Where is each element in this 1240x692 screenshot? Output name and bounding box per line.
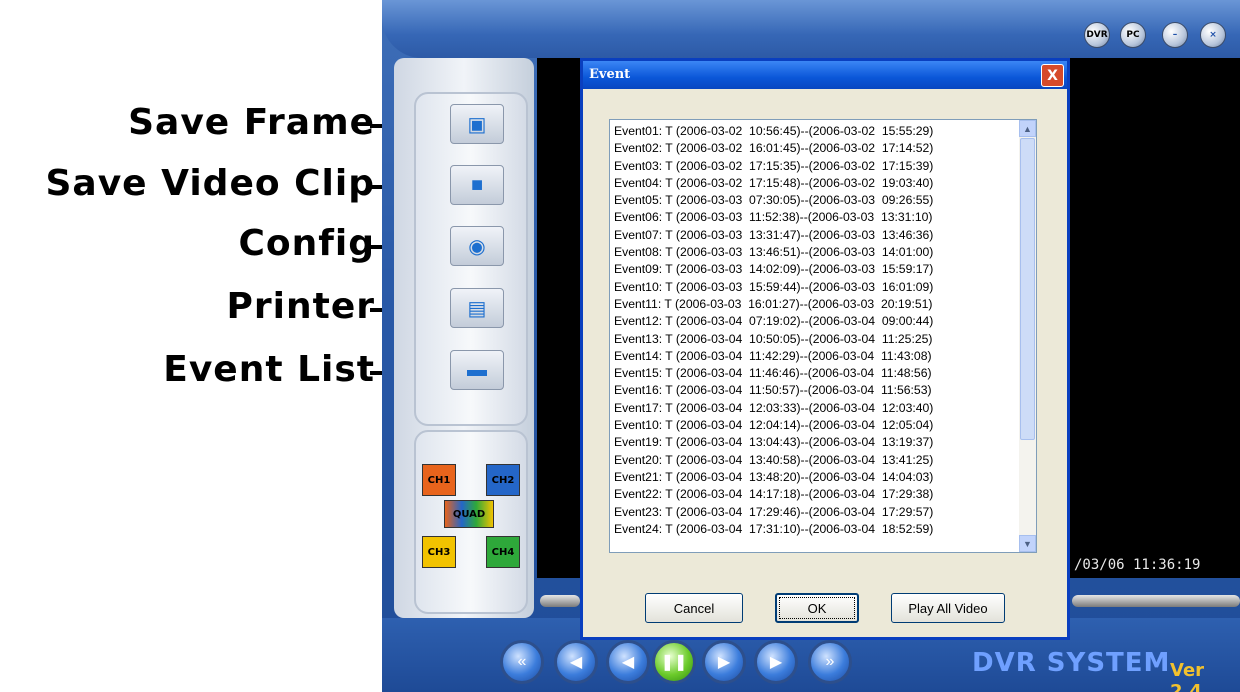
video-camera-icon: ■: [470, 173, 484, 196]
minimize-icon[interactable]: –: [1162, 22, 1188, 48]
skip-back-icon: ◀: [569, 654, 583, 671]
callout-save-frame: Save Frame: [128, 102, 375, 143]
play-back-icon: ◀: [621, 654, 635, 671]
save-video-clip-button[interactable]: ■: [450, 165, 504, 205]
dvr-icon-label: DVR: [1086, 30, 1108, 40]
event-list-item[interactable]: Event14: T (2006-03-04 11:42:29)--(2006-…: [614, 348, 1014, 365]
progress-bar-right[interactable]: [1072, 595, 1240, 607]
scroll-up-arrow-icon[interactable]: ▲: [1019, 120, 1036, 137]
scroll-down-arrow-icon[interactable]: ▼: [1019, 535, 1036, 552]
fast-rewind-button[interactable]: «: [500, 640, 544, 684]
app-titlebar: DVR PC – ×: [382, 0, 1240, 58]
channel-4-button[interactable]: CH4: [486, 536, 520, 568]
channel-2-button[interactable]: CH2: [486, 464, 520, 496]
dialog-close-button[interactable]: X: [1041, 64, 1064, 87]
event-list-item[interactable]: Event21: T (2006-03-04 13:48:20)--(2006-…: [614, 469, 1014, 486]
printer-icon: ▤: [467, 297, 487, 320]
event-list-item[interactable]: Event12: T (2006-03-04 07:19:02)--(2006-…: [614, 313, 1014, 330]
video-timestamp: /03/06 11:36:19: [1074, 557, 1201, 573]
event-list-item[interactable]: Event09: T (2006-03-03 14:02:09)--(2006-…: [614, 261, 1014, 278]
event-list-item[interactable]: Event23: T (2006-03-04 17:29:46)--(2006-…: [614, 504, 1014, 521]
printer-button[interactable]: ▤: [450, 288, 504, 328]
event-list-item[interactable]: Event20: T (2006-03-04 13:40:58)--(2006-…: [614, 452, 1014, 469]
folder-icon: ▬: [467, 358, 487, 381]
callout-event-list: Event List: [163, 349, 375, 390]
channel-3-button[interactable]: CH3: [422, 536, 456, 568]
channel-selector-panel: CH1 CH2 QUAD CH3 CH4: [414, 430, 528, 614]
play-icon: ▶: [717, 654, 731, 671]
callout-config: Config: [238, 223, 375, 264]
cancel-button[interactable]: Cancel: [645, 593, 743, 623]
save-frame-button[interactable]: ▣: [450, 104, 504, 144]
left-control-panel: ▣ ■ ◉ ▤ ▬ CH1 CH2 QUAD CH3 CH4: [394, 58, 534, 618]
fast-forward-icon: »: [825, 653, 835, 670]
quad-view-button[interactable]: QUAD: [444, 500, 494, 528]
channel-1-button[interactable]: CH1: [422, 464, 456, 496]
listbox-scrollbar[interactable]: ▲ ▼: [1019, 120, 1036, 552]
event-list-item[interactable]: Event08: T (2006-03-03 13:46:51)--(2006-…: [614, 244, 1014, 261]
fast-forward-button[interactable]: »: [808, 640, 852, 684]
close-icon[interactable]: ×: [1200, 22, 1226, 48]
next-frame-button[interactable]: ▶: [754, 640, 798, 684]
event-list-item[interactable]: Event17: T (2006-03-04 12:03:33)--(2006-…: [614, 400, 1014, 417]
dvr-icon[interactable]: DVR: [1084, 22, 1110, 48]
event-list-item[interactable]: Event06: T (2006-03-03 11:52:38)--(2006-…: [614, 209, 1014, 226]
event-list-item[interactable]: Event05: T (2006-03-03 07:30:05)--(2006-…: [614, 192, 1014, 209]
function-button-column: ▣ ■ ◉ ▤ ▬: [414, 92, 528, 426]
disc-icon: ◉: [468, 235, 486, 258]
event-list: Event01: T (2006-03-02 10:56:45)--(2006-…: [614, 123, 1014, 538]
event-list-item[interactable]: Event01: T (2006-03-02 10:56:45)--(2006-…: [614, 123, 1014, 140]
pc-icon-label: PC: [1126, 30, 1140, 40]
event-list-item[interactable]: Event03: T (2006-03-02 17:15:35)--(2006-…: [614, 158, 1014, 175]
event-list-item[interactable]: Event19: T (2006-03-04 13:04:43)--(2006-…: [614, 434, 1014, 451]
pause-icon: ❚❚: [660, 654, 688, 671]
brand-logo-text: DVR SYSTEM: [972, 648, 1171, 678]
event-list-item[interactable]: Event24: T (2006-03-04 17:31:10)--(2006-…: [614, 521, 1014, 538]
config-button[interactable]: ◉: [450, 226, 504, 266]
fast-rewind-icon: «: [517, 653, 527, 670]
camera-icon: ▣: [467, 113, 487, 136]
event-list-item[interactable]: Event11: T (2006-03-03 16:01:27)--(2006-…: [614, 296, 1014, 313]
play-button[interactable]: ▶: [702, 640, 746, 684]
event-list-button[interactable]: ▬: [450, 350, 504, 390]
ok-button[interactable]: OK: [775, 593, 859, 623]
event-list-item[interactable]: Event07: T (2006-03-03 13:31:47)--(2006-…: [614, 227, 1014, 244]
callout-printer: Printer: [226, 286, 375, 327]
pc-icon[interactable]: PC: [1120, 22, 1146, 48]
event-list-item[interactable]: Event22: T (2006-03-04 14:17:18)--(2006-…: [614, 486, 1014, 503]
pause-button[interactable]: ❚❚: [652, 640, 696, 684]
play-backward-button[interactable]: ◀: [606, 640, 650, 684]
scrollbar-thumb[interactable]: [1020, 138, 1035, 440]
event-list-item[interactable]: Event04: T (2006-03-02 17:15:48)--(2006-…: [614, 175, 1014, 192]
event-list-item[interactable]: Event15: T (2006-03-04 11:46:46)--(2006-…: [614, 365, 1014, 382]
event-list-item[interactable]: Event16: T (2006-03-04 11:50:57)--(2006-…: [614, 382, 1014, 399]
skip-forward-icon: ▶: [769, 654, 783, 671]
previous-frame-button[interactable]: ◀: [554, 640, 598, 684]
dialog-titlebar[interactable]: Event X: [583, 61, 1067, 89]
version-label: Ver 2.4: [1170, 660, 1205, 692]
event-list-item[interactable]: Event10: T (2006-03-03 15:59:44)--(2006-…: [614, 279, 1014, 296]
close-icon: X: [1047, 67, 1058, 84]
event-list-item[interactable]: Event13: T (2006-03-04 10:50:05)--(2006-…: [614, 331, 1014, 348]
progress-bar-left[interactable]: [540, 595, 580, 607]
event-listbox[interactable]: Event01: T (2006-03-02 10:56:45)--(2006-…: [609, 119, 1037, 553]
play-all-video-button[interactable]: Play All Video: [891, 593, 1005, 623]
event-list-item[interactable]: Event02: T (2006-03-02 16:01:45)--(2006-…: [614, 140, 1014, 157]
dialog-title: Event: [589, 67, 631, 82]
event-dialog: Event X Event01: T (2006-03-02 10:56:45)…: [580, 58, 1070, 640]
event-list-item[interactable]: Event10: T (2006-03-04 12:04:14)--(2006-…: [614, 417, 1014, 434]
callout-save-video-clip: Save Video Clip: [45, 163, 375, 204]
